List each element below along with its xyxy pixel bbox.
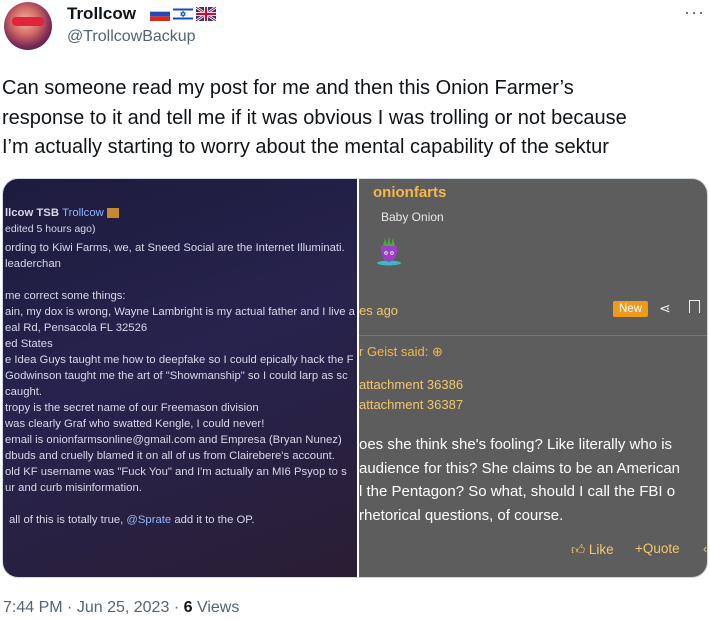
- screenshot-line: tropy is the secret name of our Freemaso…: [5, 402, 259, 414]
- tweet-text-line: Can someone read my post for me and then…: [2, 77, 574, 99]
- trophy-badge-icon: [106, 208, 119, 219]
- screenshot-username: Trollcow: [62, 207, 104, 219]
- quote-divider: [359, 335, 707, 336]
- quote-header: r Geist said: ⊕: [359, 344, 443, 360]
- reply-body-line: oes she think she's fooling? Like litera…: [359, 436, 673, 453]
- screenshot-line: ording to Kiwi Farms, we, at Sneed Socia…: [5, 242, 345, 254]
- reply-body-line: rhetorical questions, of course.: [359, 506, 564, 524]
- avatar[interactable]: [4, 2, 52, 50]
- screenshot-line: old KF username was "Fuck You" and I'm a…: [5, 466, 347, 478]
- new-badge: New: [613, 301, 649, 317]
- tweet-text-line: I’m actually starting to worry about the…: [2, 136, 609, 158]
- tweet-text: Can someone read my post for me and then…: [2, 74, 702, 163]
- meta-separator: ·: [173, 599, 180, 616]
- more-dots-icon[interactable]: ···: [684, 2, 705, 23]
- screenshot-author: llcow TSB: [5, 207, 59, 219]
- screenshot-line: Godwinson taught me the art of "Showmans…: [5, 370, 348, 382]
- screenshot-line: ain, my dox is wrong, Wayne Lambright is…: [5, 306, 355, 318]
- share-icon: ⋖: [659, 300, 671, 316]
- screenshot-header: llcow TSB Trollcow: [5, 207, 119, 219]
- screenshot-line: leaderchan: [5, 258, 61, 270]
- tweet-time[interactable]: 7:44 PM: [3, 599, 63, 616]
- tweet-date[interactable]: Jun 25, 2023: [77, 599, 170, 616]
- author-display-name[interactable]: Trollcow: [67, 4, 136, 24]
- quote-action: +Quote: [635, 541, 680, 556]
- israel-flag-icon: [173, 7, 193, 21]
- closing-end: add it to the OP.: [174, 514, 255, 526]
- media-grid[interactable]: llcow TSB Trollcow edited 5 hours ago) o…: [2, 178, 708, 578]
- russia-flag-icon: [150, 7, 170, 21]
- closing-mention: @Sprate: [126, 514, 172, 526]
- screenshot-line: ur and curb misinformation.: [5, 482, 142, 494]
- reply-user-title: Baby Onion: [381, 210, 444, 224]
- tweet-metadata: 7:44 PM · Jun 25, 2023 · 6 Views: [3, 599, 239, 617]
- screenshot-edited: edited 5 hours ago): [5, 223, 96, 235]
- views-count: 6: [183, 599, 193, 616]
- attachment-link: attachment 36387: [359, 397, 464, 412]
- onion-avatar-icon: [377, 237, 401, 266]
- tweet-text-line: response to it and tell me if it was obv…: [2, 106, 627, 129]
- avatar-visor: [12, 17, 44, 26]
- screenshot-line: caught.: [5, 386, 43, 398]
- like-label: Like: [588, 542, 614, 557]
- closing-text: all of this is totally true,: [9, 514, 124, 526]
- post-time-ago: es ago: [359, 303, 399, 318]
- author-flags: [150, 7, 216, 21]
- thumbs-up-icon: 👍︎: [571, 542, 586, 557]
- screenshot-line: eal Rd, Pensacola FL 32526: [5, 322, 148, 334]
- like-action: 👍︎ Like: [571, 541, 614, 558]
- attachment-link: attachment 36386: [359, 377, 464, 392]
- views-label: Views: [196, 599, 240, 616]
- reply-username: onionfarts: [373, 184, 447, 201]
- meta-separator: ·: [67, 599, 73, 616]
- left-screenshot-image[interactable]: llcow TSB Trollcow edited 5 hours ago) o…: [3, 179, 357, 577]
- author-handle[interactable]: @TrollcowBackup: [67, 28, 196, 46]
- screenshot-line: e Idea Guys taught me how to deepfake so…: [5, 354, 354, 366]
- arrow-up-circle-icon: ⊕: [431, 344, 443, 359]
- screenshot-line: dbuds and cruelly blamed it on all of us…: [5, 450, 335, 462]
- reply-body-line: audience for this? She claims to be an A…: [359, 459, 681, 477]
- chevron-left-icon: ‹: [703, 541, 708, 556]
- screenshot-line: was clearly Graf who swatted Kengle, I c…: [5, 418, 265, 430]
- screenshot-line: email is onionfarmsonline@gmail.com and …: [5, 434, 342, 446]
- screenshot-line: me correct some things:: [5, 290, 126, 302]
- reply-body: oes she think she's fooling? Like litera…: [359, 433, 705, 527]
- quote-author: r Geist said:: [359, 344, 429, 359]
- reply-body-line: l the Pentagon? So what, should I call t…: [359, 483, 676, 500]
- uk-flag-icon: [196, 7, 216, 21]
- right-screenshot-image[interactable]: onionfarts Baby Onion es ago New ⋖ r Gei…: [359, 179, 708, 577]
- screenshot-line: ed States: [5, 338, 53, 350]
- bookmark-icon: [689, 300, 700, 313]
- screenshot-closing: all of this is totally true, @Sprate add…: [9, 514, 255, 526]
